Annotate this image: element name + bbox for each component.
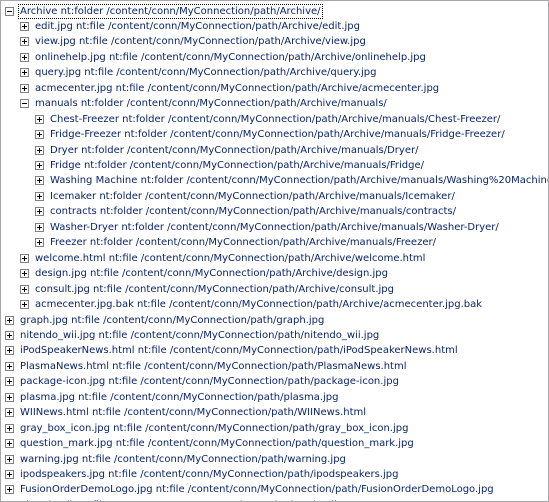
tree-node-label[interactable]: iPodSpeakerNews.html nt:file /content/co… (19, 344, 459, 357)
tree-node-label[interactable]: Chest-Freezer nt:folder /content/conn/My… (49, 113, 501, 126)
expand-icon[interactable] (5, 346, 14, 356)
tree-node-label[interactable]: onlinehelp.jpg nt:file /content/conn/MyC… (34, 51, 427, 64)
expand-icon[interactable] (5, 330, 14, 340)
expand-icon[interactable] (5, 454, 14, 464)
expand-icon[interactable] (20, 300, 29, 310)
tree-node-label[interactable]: acmecenter.jpg nt:file /content/conn/MyC… (34, 82, 440, 95)
expand-icon[interactable] (5, 408, 14, 418)
tree-node-label[interactable]: Fridge-Freezer nt:folder /content/conn/M… (49, 128, 506, 141)
tree-node[interactable]: Dryer nt:folder /content/conn/MyConnecti… (35, 143, 419, 157)
expand-icon[interactable] (20, 253, 29, 263)
expand-icon[interactable] (35, 222, 44, 232)
tree-node[interactable]: graph.jpg nt:file /content/conn/MyConnec… (5, 313, 325, 327)
tree-node[interactable]: welcome.html nt:file /content/conn/MyCon… (20, 251, 426, 265)
expand-icon[interactable] (5, 315, 14, 325)
tree-node-label[interactable]: welcome.html nt:file /content/conn/MyCon… (34, 252, 426, 265)
tree-node-label[interactable]: question_mark.jpg nt:file /content/conn/… (19, 437, 415, 450)
tree-node[interactable]: FusionOrderDemoLogo.jpg nt:file /content… (5, 483, 495, 497)
tree-node-label[interactable]: manuals nt:folder /content/conn/MyConnec… (34, 97, 388, 110)
tree-node-label[interactable]: Washer-Dryer nt:folder /content/conn/MyC… (49, 221, 500, 234)
tree-node-label[interactable]: ipodspeakers.jpg nt:file /content/conn/M… (19, 468, 399, 481)
tree-node-label[interactable]: WIINews.html nt:file /content/conn/MyCon… (19, 406, 367, 419)
tree-node[interactable]: nitendo_wii.jpg nt:file /content/conn/My… (5, 328, 380, 342)
tree-node[interactable]: package-icon.jpg nt:file /content/conn/M… (5, 375, 400, 389)
tree-node[interactable]: manuals nt:folder /content/conn/MyConnec… (20, 97, 388, 111)
tree-node-label[interactable]: FusionOrderDemoLogo.jpg nt:file /content… (19, 483, 495, 496)
tree-node[interactable]: Thumbs.db nt:file /content/conn/MyConnec… (5, 498, 341, 501)
tree-node[interactable]: acmecenter.jpg nt:file /content/conn/MyC… (20, 81, 440, 95)
expand-icon[interactable] (20, 52, 29, 62)
tree-node-label[interactable]: package-icon.jpg nt:file /content/conn/M… (19, 375, 400, 388)
tree-node-label[interactable]: consult.jpg nt:file /content/conn/MyConn… (34, 283, 395, 296)
expand-icon[interactable] (5, 392, 14, 402)
tree-node-label[interactable]: nitendo_wii.jpg nt:file /content/conn/My… (19, 329, 380, 342)
expand-icon[interactable] (35, 191, 44, 201)
expand-icon[interactable] (5, 361, 14, 371)
expand-icon[interactable] (35, 238, 44, 248)
tree-node[interactable]: Freezer nt:folder /content/conn/MyConnec… (35, 236, 437, 250)
tree-node[interactable]: Archive nt:folder /content/conn/MyConnec… (5, 3, 323, 19)
expand-icon[interactable] (20, 68, 29, 78)
tree-node[interactable]: iPodSpeakerNews.html nt:file /content/co… (5, 344, 459, 358)
tree-node[interactable]: plasma.jpg nt:file /content/conn/MyConne… (5, 390, 339, 404)
tree-node[interactable]: acmecenter.jpg.bak nt:file /content/conn… (20, 298, 483, 312)
tree-node-label[interactable]: Dryer nt:folder /content/conn/MyConnecti… (49, 144, 419, 157)
expand-icon[interactable] (20, 21, 29, 31)
tree-node-label[interactable]: view.jpg nt:file /content/conn/MyConnect… (34, 35, 367, 48)
tree-node[interactable]: query.jpg nt:file /content/conn/MyConnec… (20, 66, 377, 80)
expand-icon[interactable] (5, 470, 14, 479)
tree-node-label[interactable]: Freezer nt:folder /content/conn/MyConnec… (49, 236, 437, 249)
expand-icon[interactable] (5, 377, 14, 387)
tree-node[interactable]: question_mark.jpg nt:file /content/conn/… (5, 437, 415, 451)
expand-icon[interactable] (5, 485, 14, 495)
tree-node-label[interactable]: plasma.jpg nt:file /content/conn/MyConne… (19, 391, 339, 404)
tree-node[interactable]: ipodspeakers.jpg nt:file /content/conn/M… (5, 468, 399, 482)
tree-node-label[interactable]: query.jpg nt:file /content/conn/MyConnec… (34, 66, 377, 79)
tree-node-label[interactable]: gray_box_icon.jpg nt:file /content/conn/… (19, 422, 409, 435)
collapse-icon[interactable] (20, 99, 29, 109)
tree-node[interactable]: Icemaker nt:folder /content/conn/MyConne… (35, 189, 456, 203)
tree-node-label[interactable]: acmecenter.jpg.bak nt:file /content/conn… (34, 298, 483, 311)
expand-icon[interactable] (5, 439, 14, 449)
tree-node[interactable]: onlinehelp.jpg nt:file /content/conn/MyC… (20, 50, 427, 64)
tree-node[interactable]: Fridge-Freezer nt:folder /content/conn/M… (35, 128, 506, 142)
expand-icon[interactable] (35, 207, 44, 217)
expand-icon[interactable] (35, 161, 44, 170)
tree-node[interactable]: WIINews.html nt:file /content/conn/MyCon… (5, 406, 367, 420)
tree-node[interactable]: consult.jpg nt:file /content/conn/MyConn… (20, 282, 395, 296)
tree-node[interactable]: Fridge nt:folder /content/conn/MyConnect… (35, 159, 425, 173)
file-tree: Archive nt:folder /content/conn/MyConnec… (1, 1, 548, 501)
expand-icon[interactable] (20, 269, 29, 279)
tree-node[interactable]: design.jpg nt:file /content/conn/MyConne… (20, 267, 389, 281)
tree-node[interactable]: view.jpg nt:file /content/conn/MyConnect… (20, 35, 367, 49)
tree-node-label[interactable]: graph.jpg nt:file /content/conn/MyConnec… (19, 314, 325, 327)
tree-node[interactable]: edit.jpg nt:file /content/conn/MyConnect… (20, 19, 361, 33)
expand-icon[interactable] (20, 83, 29, 93)
tree-node-label[interactable]: edit.jpg nt:file /content/conn/MyConnect… (34, 20, 361, 33)
tree-node-label[interactable]: Icemaker nt:folder /content/conn/MyConne… (49, 190, 456, 203)
tree-node-label[interactable]: design.jpg nt:file /content/conn/MyConne… (34, 267, 389, 280)
tree-node[interactable]: Washing Machine nt:folder /content/conn/… (35, 174, 548, 188)
tree-node[interactable]: warning.jpg nt:file /content/conn/MyConn… (5, 452, 347, 466)
expand-icon[interactable] (35, 114, 44, 124)
tree-node[interactable]: gray_box_icon.jpg nt:file /content/conn/… (5, 421, 409, 435)
expand-icon[interactable] (35, 145, 44, 155)
tree-node[interactable]: Chest-Freezer nt:folder /content/conn/My… (35, 112, 501, 126)
tree-node-label[interactable]: warning.jpg nt:file /content/conn/MyConn… (19, 453, 347, 466)
tree-node[interactable]: contracts nt:folder /content/conn/MyConn… (35, 205, 457, 219)
expand-icon[interactable] (35, 176, 44, 186)
tree-panel: Archive nt:folder /content/conn/MyConnec… (0, 0, 549, 502)
tree-node-label[interactable]: PlasmaNews.html nt:file /content/conn/My… (19, 360, 408, 373)
expand-icon[interactable] (35, 130, 44, 140)
collapse-icon[interactable] (5, 6, 14, 16)
tree-node[interactable]: PlasmaNews.html nt:file /content/conn/My… (5, 359, 408, 373)
tree-node-label[interactable]: Washing Machine nt:folder /content/conn/… (49, 174, 548, 187)
expand-icon[interactable] (5, 423, 14, 433)
expand-icon[interactable] (20, 37, 29, 47)
tree-node-label[interactable]: Archive nt:folder /content/conn/MyConnec… (18, 3, 323, 19)
tree-node-label[interactable]: contracts nt:folder /content/conn/MyConn… (49, 205, 457, 218)
expand-icon[interactable] (20, 284, 29, 294)
tree-node[interactable]: Washer-Dryer nt:folder /content/conn/MyC… (35, 220, 500, 234)
tree-node-label[interactable]: Fridge nt:folder /content/conn/MyConnect… (49, 159, 425, 172)
